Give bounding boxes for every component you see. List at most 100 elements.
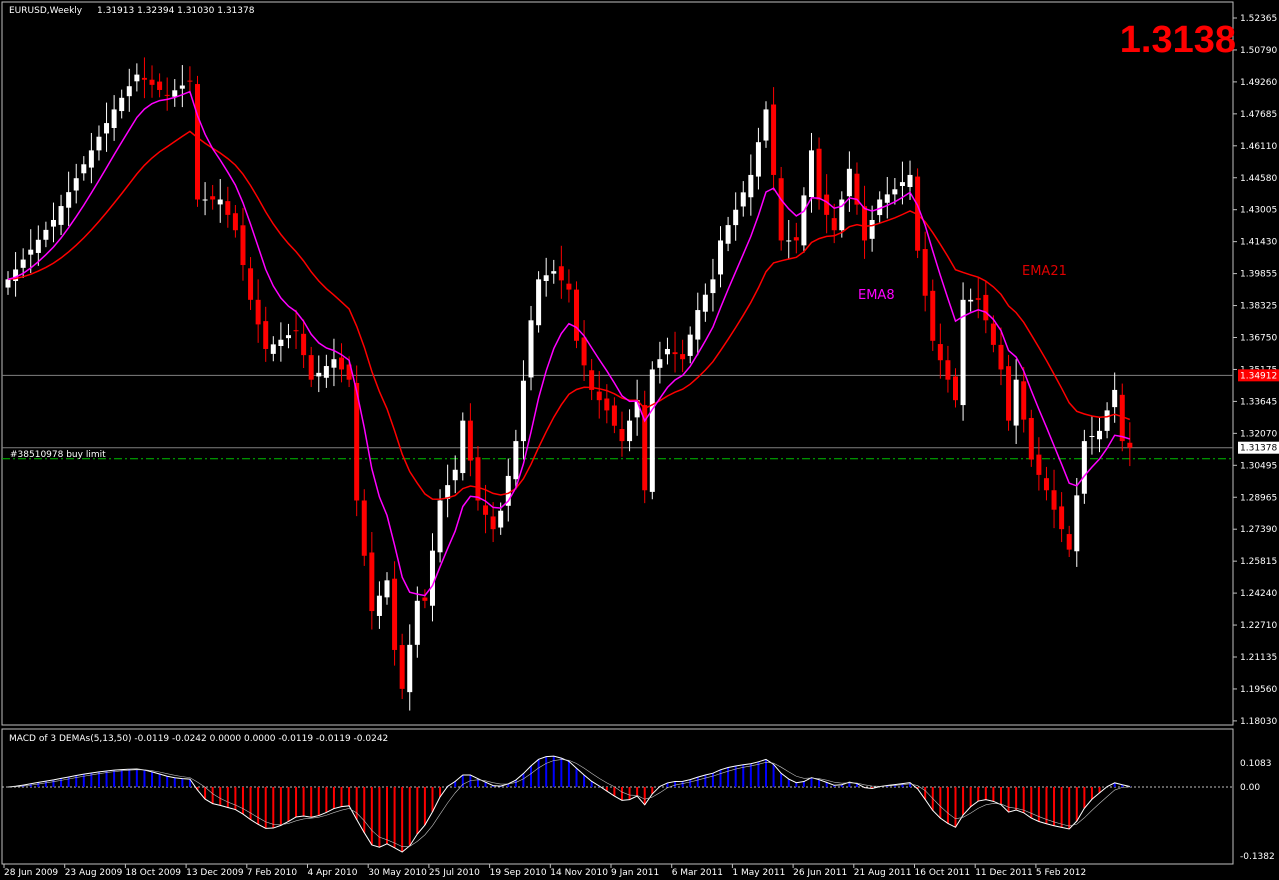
candle-body xyxy=(157,81,163,90)
candle-body xyxy=(414,600,420,645)
candle-body xyxy=(862,206,868,241)
candle-body xyxy=(801,195,807,246)
high-price-marker-label: 1.34912 xyxy=(1240,371,1277,381)
candle-body xyxy=(1006,366,1012,421)
candle-body xyxy=(475,457,481,501)
candle-body xyxy=(619,429,625,442)
price-tick-label: 1.47685 xyxy=(1240,110,1277,120)
candle xyxy=(574,281,579,349)
candle-body xyxy=(460,420,466,474)
date-tick-label: 26 Jun 2011 xyxy=(793,868,847,878)
candle-body xyxy=(793,237,799,241)
candle-body xyxy=(187,80,193,82)
candle-body xyxy=(930,290,936,341)
candle xyxy=(536,271,542,333)
candle-body xyxy=(490,516,496,530)
price-tick-label: 1.39855 xyxy=(1240,270,1277,280)
candle-body xyxy=(748,174,754,198)
candle-body xyxy=(611,405,617,426)
price-tick-label: 1.41430 xyxy=(1240,238,1277,248)
candle-body xyxy=(596,391,602,401)
candle-body xyxy=(126,86,132,97)
candle-body xyxy=(1013,379,1019,426)
candle-body xyxy=(604,398,610,411)
candle-body xyxy=(998,344,1004,370)
candle-body xyxy=(437,500,443,553)
candle-body xyxy=(111,109,117,128)
candle-body xyxy=(225,201,231,215)
candle xyxy=(460,412,466,481)
candle-body xyxy=(20,259,26,268)
candle-body xyxy=(907,174,913,188)
price-tick-label: 1.36750 xyxy=(1240,334,1277,344)
candle-body xyxy=(536,279,542,326)
price-tick-label: 1.21135 xyxy=(1240,653,1277,663)
candle xyxy=(354,365,360,517)
price-tick-label: 1.38325 xyxy=(1240,302,1277,312)
price-tick-label: 1.27390 xyxy=(1240,525,1277,535)
price-tick-label: 1.25815 xyxy=(1240,557,1277,567)
candle-body xyxy=(1127,442,1133,448)
candle-body xyxy=(217,199,223,205)
date-tick-label: 30 May 2010 xyxy=(368,868,427,878)
candle-body xyxy=(1051,490,1057,510)
candle-body xyxy=(28,249,34,255)
candle-body xyxy=(361,500,367,556)
candle-body xyxy=(339,357,345,370)
candle-body xyxy=(846,168,852,197)
candle-body xyxy=(104,123,110,134)
price-tick-label: 1.18030 xyxy=(1240,717,1277,727)
candle-body xyxy=(452,469,458,481)
candle-body xyxy=(270,344,276,354)
candle-body xyxy=(543,275,549,281)
candle-body xyxy=(824,194,830,215)
candle-body xyxy=(680,354,686,360)
candle-body xyxy=(1097,430,1103,440)
candle xyxy=(960,282,966,421)
candle-body xyxy=(657,359,663,368)
candle-body xyxy=(945,360,951,380)
candle-body xyxy=(301,333,307,356)
candle-body xyxy=(627,420,633,442)
price-chart[interactable]: 1.52365 1.50790 1.49260 1.47685 1.46110 1.445… xyxy=(0,0,1279,880)
candle-body xyxy=(740,192,746,207)
big-price-display: 1.3138 xyxy=(1120,19,1236,61)
candle-body xyxy=(558,266,564,281)
candle-body xyxy=(43,229,49,240)
price-tick-label: 1.43005 xyxy=(1240,206,1277,216)
candle-body xyxy=(937,344,943,361)
candle-body xyxy=(763,109,769,141)
candle-body xyxy=(672,352,678,355)
candle-body xyxy=(263,321,269,349)
candle-body xyxy=(96,136,102,151)
price-tick-label: 1.44580 xyxy=(1240,174,1277,184)
candle-body xyxy=(119,97,125,112)
candle-body xyxy=(513,441,519,480)
candle-body xyxy=(968,299,974,302)
candle-body xyxy=(134,74,140,82)
candle xyxy=(1006,354,1012,431)
candle-body xyxy=(316,372,322,377)
candle-body xyxy=(922,249,928,296)
candle-body xyxy=(725,225,731,244)
date-tick-label: 25 Jul 2010 xyxy=(429,868,480,878)
candle-body xyxy=(81,164,87,174)
candle-body xyxy=(141,77,147,80)
candle-body xyxy=(664,348,670,355)
candle-body xyxy=(210,196,216,200)
date-tick-label: 21 Aug 2011 xyxy=(854,868,912,878)
candle-body xyxy=(195,84,200,200)
candle-body xyxy=(483,505,489,515)
macd-title: MACD of 3 DEMAs(5,13,50) -0.0119 -0.0242… xyxy=(9,734,388,744)
candle xyxy=(801,187,807,253)
date-tick-label: 19 Sep 2010 xyxy=(490,868,547,878)
candle-body xyxy=(399,645,405,689)
candle-body xyxy=(1104,410,1110,431)
candle-body xyxy=(551,271,557,274)
date-tick-label: 9 Jan 2011 xyxy=(611,868,659,878)
candle-body xyxy=(232,213,238,231)
candle-body xyxy=(285,335,291,339)
chart-header-ohlc: 1.31913 1.32394 1.31030 1.31378 xyxy=(97,6,255,16)
ema21-label: EMA21 xyxy=(1022,264,1067,279)
candle-body xyxy=(831,218,837,231)
